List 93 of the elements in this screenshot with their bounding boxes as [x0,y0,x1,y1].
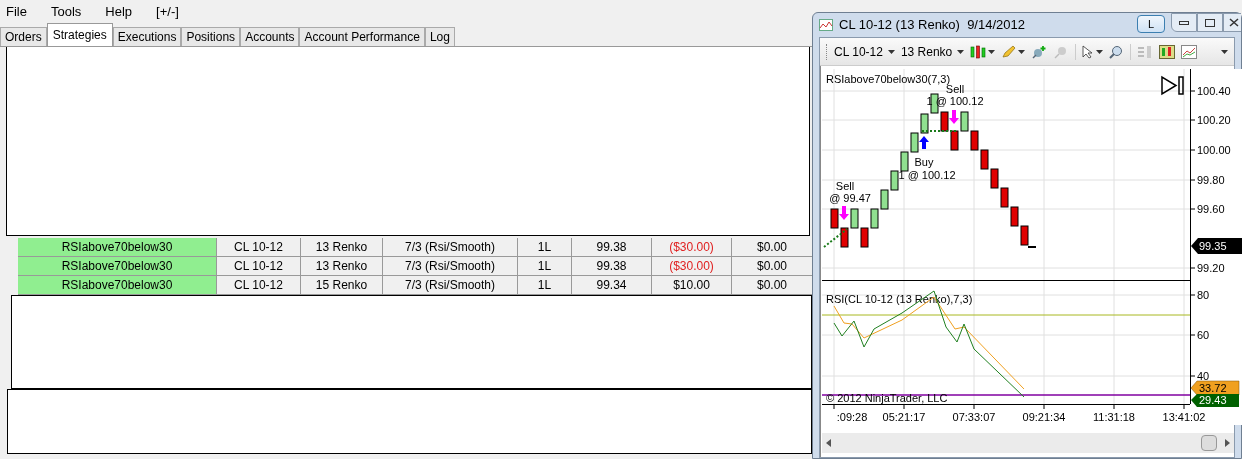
down-arrow-icon [949,110,959,124]
scroll-thumb[interactable] [1201,435,1217,451]
table-cell: 1L [518,238,572,256]
table-cell: CL 10-12 [217,276,301,294]
table-cell: 15 Renko [301,276,383,294]
table-cell-text: $0.00 [756,239,788,256]
trade-line [921,130,958,132]
table-cell: CL 10-12 [217,257,301,275]
table-cell: 1L [518,257,572,275]
scroll-right-icon [1225,439,1230,447]
time-axis-label: 07:33:07 [952,411,996,423]
line-chart-icon[interactable] [1181,44,1198,59]
cursor-tool-button[interactable] [1082,44,1104,59]
table-cell: 7/3 (Rsi/Smooth) [383,276,518,294]
caret-icon [957,49,965,54]
table-cell: 13 Renko [301,257,383,275]
time-axis-label: 05:21:17 [882,411,926,423]
menu-item[interactable]: Tools [50,2,82,22]
fill-price-label: @ 99.47 [829,192,871,204]
tab[interactable]: Accounts [240,27,300,46]
price-axis-label: 99.80 [1197,174,1225,186]
table-cell-text: $0.00 [756,258,788,275]
smooth-value-tag: 33.72 [1190,380,1240,396]
trade-line [823,228,848,248]
time-axis-label: :09:28 [836,411,868,423]
close-icon [1229,18,1239,27]
up-arrow-icon [919,136,929,149]
price-axis-label: 100.00 [1197,144,1231,156]
table-cell: $10.00 [652,276,732,294]
price-axis-label: 99.20 [1197,262,1225,274]
tab[interactable]: Executions [112,27,182,46]
caret-icon [1018,49,1026,54]
period-dropdown[interactable]: 13 Renko [900,42,965,61]
rsi-axis-label: 80 [1197,289,1210,301]
cursor-icon [1082,44,1095,59]
data-box-icon[interactable] [1159,44,1176,59]
tab[interactable]: Account Performance [299,27,425,46]
buy-label: Buy [914,156,934,168]
price-axis-label: 99.60 [1197,203,1225,215]
time-axis-label: 09:21:34 [1022,411,1066,423]
tab[interactable]: Positions [181,27,241,46]
fill-price-label: 1 @ 100.12 [898,169,956,181]
caret-icon [988,49,996,54]
rsi-value-tag: 29.43 [1191,394,1239,407]
price-axis-label: 100.40 [1197,85,1231,97]
table-cell-text: $0.00 [756,277,788,294]
down-arrow-icon [839,206,849,220]
strategy-label: RSIabove70below30(7,3) [826,73,951,85]
playback-icon [1161,75,1184,96]
table-cell: 7/3 (Rsi/Smooth) [383,257,518,275]
minimize-button[interactable] [1171,13,1197,32]
menu-item[interactable]: [+/-] [156,2,179,22]
add-indicator-icon[interactable] [1031,44,1048,59]
tab[interactable]: Log [424,27,455,46]
last-price-tag: 99.35 [1191,238,1242,254]
candlestick-icon [970,44,987,59]
scroll-left-icon [826,439,831,447]
table-cell: 7/3 (Rsi/Smooth) [383,238,518,256]
tab[interactable]: Orders [0,27,47,46]
table-cell: ($30.00) [652,238,732,256]
caret-icon [1221,49,1228,54]
table-cell: RSIabove70below30 [18,238,217,256]
menu-item[interactable]: Help [105,2,133,22]
window-title: CL 10-12 (13 Renko) 9/14/2012 [839,16,1025,35]
rsi-axis-label: 40 [1197,370,1210,382]
time-axis-label: 11:31:18 [1093,411,1135,423]
caret-icon [1096,49,1104,54]
instrument-dropdown[interactable]: CL 10-12 [834,42,895,61]
close-button[interactable] [1223,13,1241,32]
link-button[interactable]: L [1137,15,1165,33]
horizontal-scrollbar[interactable] [822,433,1234,453]
table-cell: 1L [518,276,572,294]
price-axis-label: 100.20 [1197,114,1231,126]
chart-icon [819,19,833,31]
caret-icon [887,49,895,54]
table-cell: RSIabove70below30 [18,257,217,275]
table-cell: ($30.00) [652,257,732,275]
table-cell: 99.38 [572,257,652,275]
tab[interactable]: Strategies [46,23,113,46]
chart-style-button[interactable] [970,44,996,59]
table-cell: 13 Renko [301,238,383,256]
sell-label: Sell [835,180,855,192]
maximize-button[interactable] [1197,13,1223,32]
table-cell: RSIabove70below30 [18,276,217,294]
drawing-tool-button[interactable] [1001,44,1026,59]
table-cell: 99.34 [572,276,652,294]
pencil-icon [1001,44,1017,59]
rsi-axis-label: 60 [1197,329,1210,341]
time-axis-label: 13:41:02 [1162,411,1206,423]
table-cell: CL 10-12 [217,238,301,256]
menu-item[interactable]: File [6,2,27,22]
zoom-icon[interactable] [1109,44,1125,59]
table-cell: 99.38 [572,238,652,256]
